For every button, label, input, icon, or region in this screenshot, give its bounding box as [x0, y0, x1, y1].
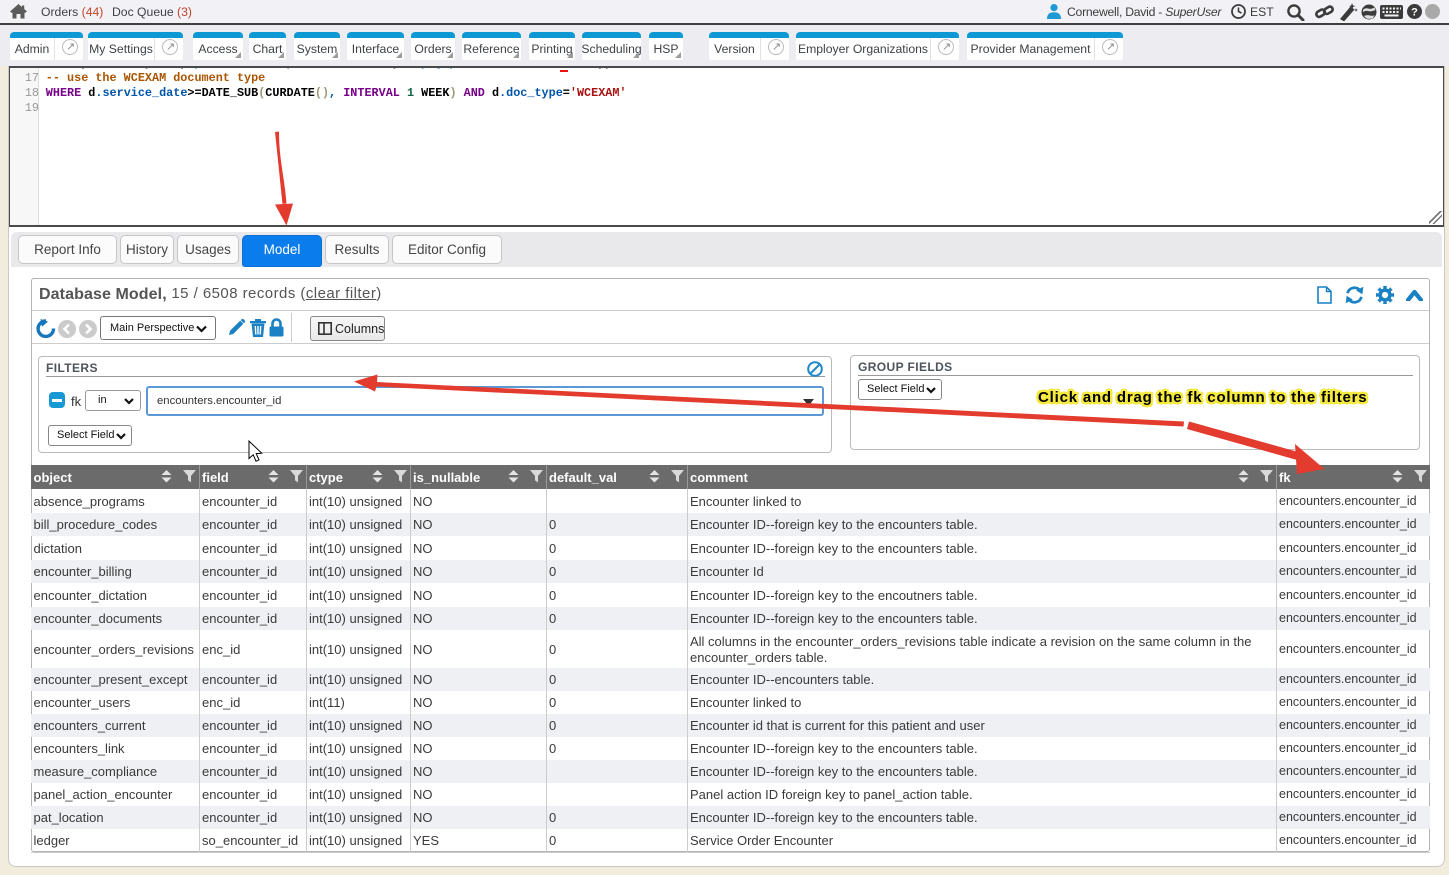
svg-text:?: ?	[1411, 7, 1418, 19]
